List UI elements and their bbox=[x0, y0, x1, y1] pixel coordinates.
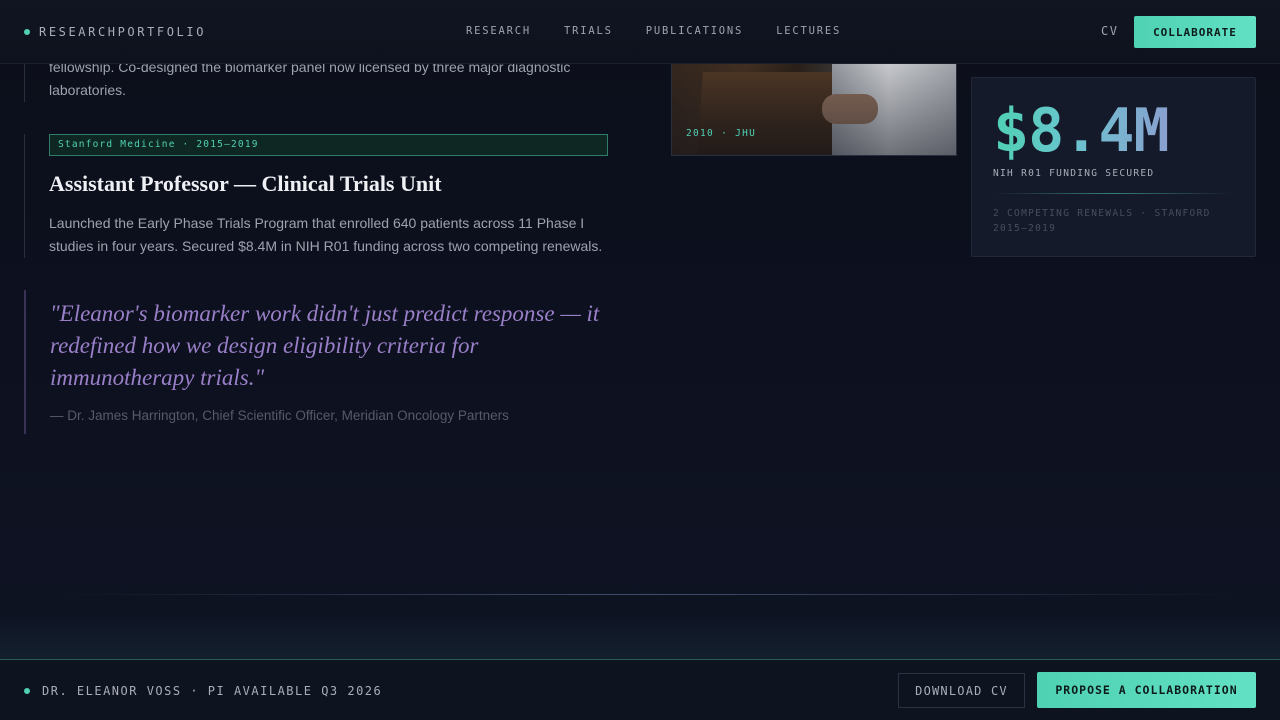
stat-label: NIH R01 FUNDING SECURED bbox=[993, 168, 1155, 179]
propose-collaboration-button[interactable]: PROPOSE A COLLABORATION bbox=[1037, 672, 1256, 708]
timeline-line bbox=[24, 134, 25, 258]
top-nav-bar: RESEARCHPORTFOLIO RESEARCH TRIALS PUBLIC… bbox=[0, 0, 1280, 64]
brand-logo[interactable]: RESEARCHPORTFOLIO bbox=[24, 24, 206, 40]
sticky-footer-bar: DR. ELEANOR VOSS · PI AVAILABLE Q3 2026 … bbox=[0, 659, 1280, 720]
footer-glow bbox=[0, 615, 1280, 660]
nav-link-lectures[interactable]: LECTURES bbox=[776, 25, 841, 37]
brand-dot-icon bbox=[24, 29, 30, 35]
funding-stat-card: $8.4M NIH R01 FUNDING SECURED 2 COMPETIN… bbox=[971, 77, 1256, 257]
testimonial-attribution: — Dr. James Harrington, Chief Scientific… bbox=[50, 408, 509, 423]
stat-value: $8.4M bbox=[993, 96, 1170, 166]
nav-link-trials[interactable]: TRIALS bbox=[564, 25, 613, 37]
download-cv-button[interactable]: DOWNLOAD CV bbox=[898, 673, 1025, 708]
availability-text: DR. ELEANOR VOSS · PI AVAILABLE Q3 2026 bbox=[42, 684, 383, 698]
timeline-entry-description: Launched the Early Phase Trials Program … bbox=[49, 215, 603, 254]
timeline-entry-title: Assistant Professor — Clinical Trials Un… bbox=[49, 171, 442, 196]
stat-subtext: 2 COMPETING RENEWALS · STANFORD 2015–201… bbox=[993, 208, 1211, 234]
lecture-photo: 2010 · JHU bbox=[671, 64, 957, 156]
main-nav: RESEARCH TRIALS PUBLICATIONS LECTURES bbox=[466, 25, 841, 37]
testimonial-quote: "Eleanor's biomarker work didn't just pr… bbox=[50, 301, 600, 390]
status-dot-icon bbox=[24, 688, 30, 694]
nav-link-research[interactable]: RESEARCH bbox=[466, 25, 531, 37]
collaborate-button[interactable]: COLLABORATE bbox=[1134, 16, 1256, 48]
timeline-entry-tag: Stanford Medicine · 2015–2019 bbox=[49, 134, 608, 156]
section-divider bbox=[60, 594, 1240, 595]
availability-status: DR. ELEANOR VOSS · PI AVAILABLE Q3 2026 bbox=[24, 683, 382, 699]
page: RESEARCHPORTFOLIO RESEARCH TRIALS PUBLIC… bbox=[0, 0, 1280, 720]
cv-link[interactable]: CV bbox=[1101, 24, 1118, 38]
quote-accent-bar bbox=[24, 290, 26, 434]
nav-link-publications[interactable]: PUBLICATIONS bbox=[646, 25, 743, 37]
brand-name: RESEARCHPORTFOLIO bbox=[39, 25, 207, 39]
stat-divider bbox=[993, 193, 1233, 194]
timeline-line bbox=[24, 64, 25, 102]
photo-overlay bbox=[672, 64, 956, 155]
photo-caption: 2010 · JHU bbox=[686, 128, 757, 139]
